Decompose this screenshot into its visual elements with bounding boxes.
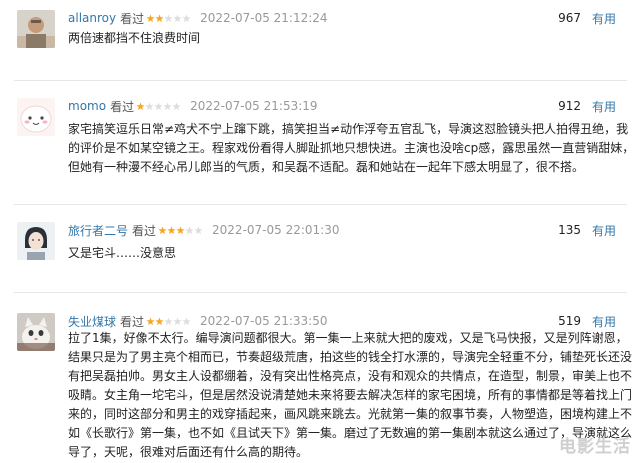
useful-button[interactable]: 有用 bbox=[592, 98, 616, 114]
comment-text: 两倍速都挡不住浪费时间 bbox=[68, 29, 200, 48]
avatar-illustrated-character-icon bbox=[17, 222, 55, 260]
comment-item: 失业煤球 看过 2022-07-05 21:33:50 519 有用 拉了1集，… bbox=[0, 313, 641, 463]
comment-text: 拉了1集，好像不太行。编导演问题都很大。第一集一上来就大把的废戏，又是飞马快报，… bbox=[68, 329, 632, 462]
comment-text-line: 来的，同时这部分和男主的戏穿插起来，画风跳来跳去。光就第一集的叙事节奏，人物塑造… bbox=[68, 407, 633, 421]
avatar-cartoon-face-icon bbox=[17, 98, 55, 136]
vote-count: 912 bbox=[558, 99, 581, 113]
divider bbox=[14, 80, 627, 81]
rating-stars bbox=[146, 13, 191, 23]
avatar[interactable] bbox=[17, 313, 55, 351]
star-filled-icon bbox=[146, 13, 155, 22]
star-filled-icon bbox=[155, 316, 164, 325]
rating-stars bbox=[146, 316, 191, 326]
comment-text: 家宅搞笑逗乐日常≠鸡犬不宁上蹿下跳，搞笑担当≠动作浮夸五官乱飞，导演这怼脸镜头把… bbox=[68, 120, 634, 177]
useful-button[interactable]: 有用 bbox=[592, 10, 616, 26]
comment-text-line: 有把吴磊拍帅。男女主人设都绷着，没有突出性格亮点，没有和观众的共情点，在造型，制… bbox=[68, 369, 633, 383]
comment-text-line: 两倍速都挡不住浪费时间 bbox=[68, 31, 201, 45]
comment-text-line: 吸睛。女主角一坨宅斗，但是居然没说清楚她未来将要去解决怎样的家宅困境，所有的事情… bbox=[68, 388, 633, 402]
comment-text-line: 结果只是为了男主亮个相而已，节奏超级荒唐，拍这些的钱全打水漂的，导演完全轻重不分… bbox=[68, 350, 633, 364]
star-empty-icon bbox=[182, 13, 191, 22]
star-filled-icon bbox=[155, 13, 164, 22]
watermark: 电影生活 bbox=[559, 437, 631, 457]
avatar[interactable] bbox=[17, 10, 55, 48]
comment-time: 2022-07-05 21:12:24 bbox=[200, 11, 328, 25]
vote-count: 519 bbox=[558, 314, 581, 328]
comment-meta: 失业煤球 看过 2022-07-05 21:33:50 bbox=[68, 313, 327, 329]
star-empty-icon bbox=[185, 225, 194, 234]
divider bbox=[14, 204, 627, 205]
avatar-photo-person-icon bbox=[17, 10, 55, 48]
comment-meta: momo 看过 2022-07-05 21:53:19 bbox=[68, 98, 318, 114]
avatar[interactable] bbox=[17, 222, 55, 260]
divider bbox=[14, 292, 627, 293]
star-empty-icon bbox=[173, 316, 182, 325]
comment-text-line: 家宅搞笑逗乐日常≠鸡犬不宁上蹿下跳，搞笑担当≠动作浮夸五官乱飞，导演这怼脸镜头把… bbox=[68, 122, 629, 136]
comment-item: allanroy 看过 2022-07-05 21:12:24 967 有用 两… bbox=[0, 10, 641, 70]
star-empty-icon bbox=[182, 316, 191, 325]
star-filled-icon bbox=[158, 225, 167, 234]
star-filled-icon bbox=[176, 225, 185, 234]
star-empty-icon bbox=[163, 101, 172, 110]
comment-text-line: 又是宅斗……没意思 bbox=[68, 246, 177, 260]
watch-status: 看过 bbox=[132, 223, 157, 238]
star-empty-icon bbox=[173, 13, 182, 22]
vote-count: 135 bbox=[558, 223, 581, 237]
username-link[interactable]: 失业煤球 bbox=[68, 313, 116, 330]
rating-stars bbox=[158, 225, 203, 235]
comment-text-line: 拉了1集，好像不太行。编导演问题都很大。第一集一上来就大把的废戏，又是飞马快报，… bbox=[68, 331, 628, 345]
comment-item: 旅行者二号 看过 2022-07-05 22:01:30 135 有用 又是宅斗… bbox=[0, 222, 641, 282]
watch-status: 看过 bbox=[110, 99, 135, 114]
comment-text: 又是宅斗……没意思 bbox=[68, 244, 176, 263]
star-filled-icon bbox=[167, 225, 176, 234]
comment-meta: 旅行者二号 看过 2022-07-05 22:01:30 bbox=[68, 222, 339, 238]
comment-text-line: 但她有一种漫不经心吊儿郎当的气质，和吴磊不适配。磊和她站在一起年下感太明显了，很… bbox=[68, 160, 585, 174]
username-link[interactable]: momo bbox=[68, 99, 106, 113]
comment-time: 2022-07-05 21:53:19 bbox=[190, 99, 318, 113]
star-empty-icon bbox=[164, 316, 173, 325]
star-empty-icon bbox=[194, 225, 203, 234]
useful-button[interactable]: 有用 bbox=[592, 313, 616, 329]
watch-status: 看过 bbox=[120, 314, 145, 329]
vote-count: 967 bbox=[558, 11, 581, 25]
star-filled-icon bbox=[146, 316, 155, 325]
watch-status: 看过 bbox=[120, 11, 145, 26]
useful-button[interactable]: 有用 bbox=[592, 222, 616, 238]
comment-text-line: 的评价是不如某空镜之王。程家戏份看得人脚趾抓地只想快进。主演也没啥cp感，露思虽… bbox=[68, 141, 635, 155]
comment-time: 2022-07-05 21:33:50 bbox=[200, 314, 328, 328]
star-empty-icon bbox=[145, 101, 154, 110]
comment-text-line: 导了，天呢，很难对后面还有什么高的期待。 bbox=[68, 445, 309, 459]
star-empty-icon bbox=[164, 13, 173, 22]
username-link[interactable]: allanroy bbox=[68, 11, 116, 25]
comment-time: 2022-07-05 22:01:30 bbox=[212, 223, 340, 237]
comment-meta: allanroy 看过 2022-07-05 21:12:24 bbox=[68, 10, 328, 26]
rating-stars bbox=[136, 101, 181, 111]
avatar[interactable] bbox=[17, 98, 55, 136]
comment-item: momo 看过 2022-07-05 21:53:19 912 有用 家宅搞笑逗… bbox=[0, 98, 641, 198]
username-link[interactable]: 旅行者二号 bbox=[68, 222, 128, 239]
avatar-cat-photo-icon bbox=[17, 313, 55, 351]
comment-text-line: 如《长歌行》第一集，也不如《且试天下》第一集。磨过了无数遍的第一集剧本就这么通过… bbox=[68, 426, 633, 440]
star-filled-icon bbox=[136, 101, 145, 110]
star-empty-icon bbox=[172, 101, 181, 110]
star-empty-icon bbox=[154, 101, 163, 110]
